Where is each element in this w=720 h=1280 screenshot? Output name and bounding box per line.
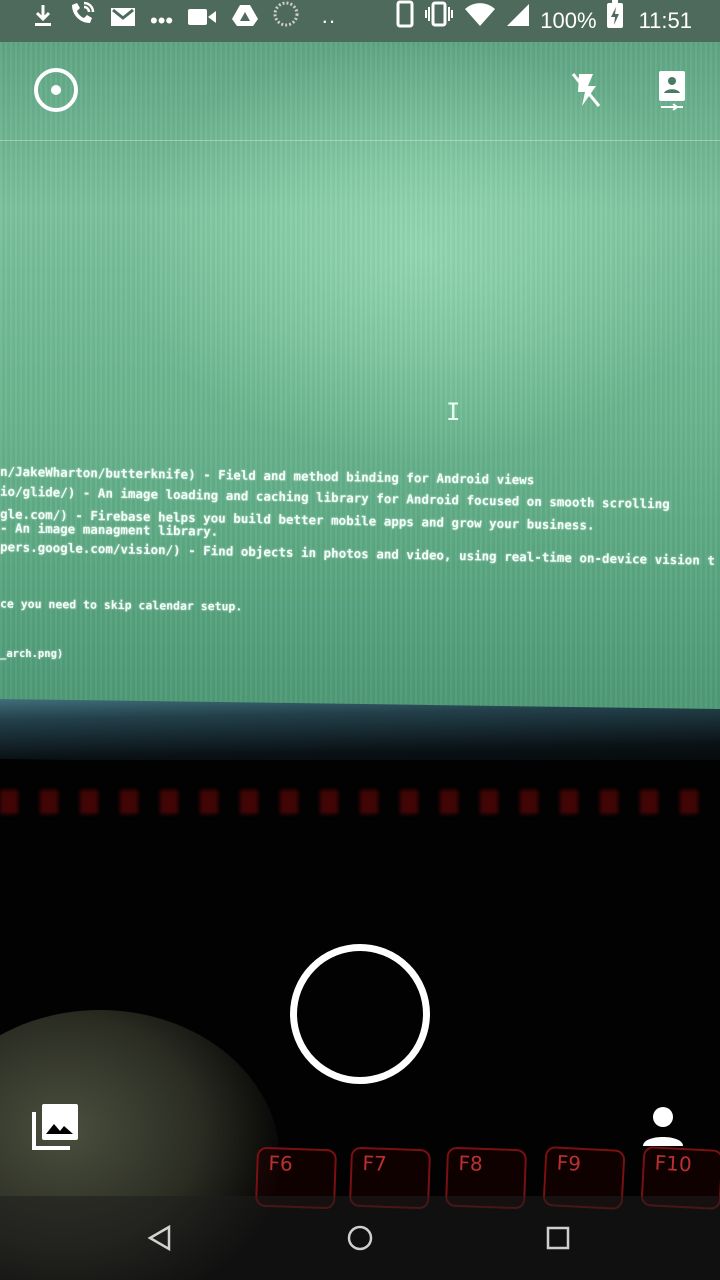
navigation-bar — [0, 1196, 720, 1280]
camera-viewfinder[interactable]: I n/JakeWharton/butterknife) - Field and… — [0, 0, 720, 1280]
status-bar-notifications: ••• ·· — [32, 0, 336, 42]
shutter-mode-button[interactable] — [32, 66, 80, 114]
wifi-icon — [464, 0, 496, 42]
laptop-bezel — [0, 698, 720, 770]
laptop-screen-preview — [0, 42, 720, 714]
gallery-icon — [32, 1104, 78, 1150]
gmail-icon — [110, 0, 136, 42]
gallery-button[interactable] — [30, 1100, 82, 1152]
signal-icon — [506, 0, 530, 42]
status-bar-system: 100% 11:51 — [396, 0, 692, 42]
document-capture-icon — [659, 71, 685, 111]
more-notifications-icon: ••• — [150, 8, 174, 33]
preview-text-line: ce you need to skip calendar setup. — [0, 596, 243, 614]
switch-profile-button[interactable] — [640, 1104, 686, 1150]
flash-off-icon — [571, 73, 601, 107]
shutter-mode-icon — [34, 68, 78, 112]
sync-icon — [273, 0, 299, 42]
recents-button[interactable] — [536, 1216, 580, 1260]
drive-icon — [231, 0, 259, 42]
shutter-button[interactable] — [290, 944, 430, 1084]
battery-charging-icon — [606, 0, 623, 43]
home-icon — [347, 1225, 373, 1251]
phone-icon — [396, 0, 414, 43]
preview-text-line: _arch.png) — [0, 648, 64, 660]
battery-percent: 100% — [540, 8, 597, 33]
keyboard-backlight — [0, 790, 720, 814]
overflow-dots-icon: ·· — [321, 8, 336, 33]
clock: 11:51 — [638, 8, 692, 33]
home-button[interactable] — [338, 1216, 382, 1260]
switch-profile-icon — [643, 1107, 683, 1146]
text-cursor: I — [446, 398, 461, 426]
recents-icon — [546, 1226, 570, 1250]
download-icon — [32, 0, 54, 42]
back-button[interactable] — [138, 1216, 182, 1260]
wifi-call-icon — [68, 0, 96, 42]
document-capture-button[interactable] — [652, 68, 692, 112]
back-icon — [147, 1224, 171, 1252]
screen-edge-line — [0, 140, 720, 141]
vibrate-icon — [424, 0, 454, 42]
flash-button[interactable] — [566, 68, 606, 112]
video-icon — [187, 0, 217, 42]
status-bar: ••• ·· 100% 11:51 — [0, 0, 720, 42]
